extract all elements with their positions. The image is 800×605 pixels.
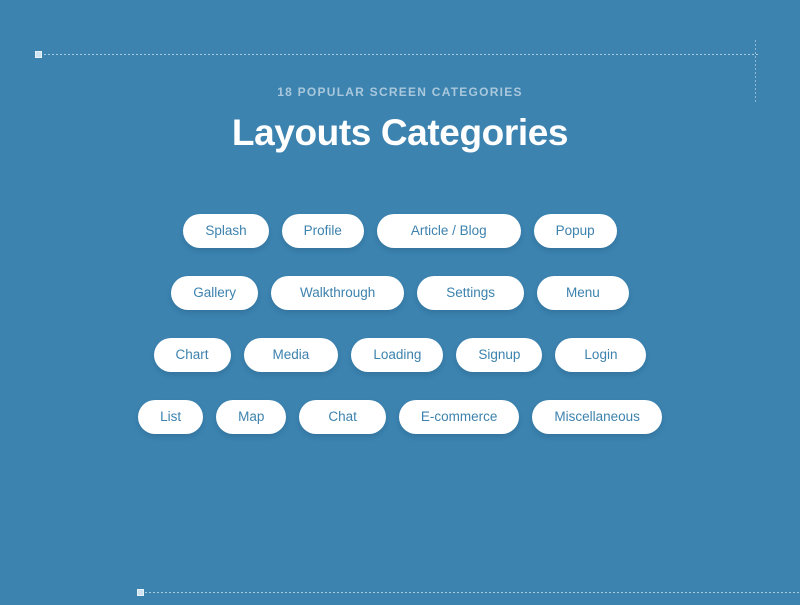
category-pill-grid: Splash Profile Article / Blog Popup Gall… (0, 214, 800, 462)
category-pill-login[interactable]: Login (555, 338, 647, 372)
category-row: Splash Profile Article / Blog Popup (0, 214, 800, 248)
category-pill-miscellaneous[interactable]: Miscellaneous (532, 400, 662, 434)
header: 18 POPULAR SCREEN CATEGORIES Layouts Cat… (0, 84, 800, 156)
guide-line-top (40, 54, 758, 55)
category-pill-settings[interactable]: Settings (417, 276, 525, 310)
category-pill-profile[interactable]: Profile (281, 214, 364, 248)
category-pill-chart[interactable]: Chart (153, 338, 231, 372)
guide-line-bottom (141, 592, 800, 593)
category-pill-walkthrough[interactable]: Walkthrough (270, 276, 405, 310)
category-row: List Map Chat E-commerce Miscellaneous (0, 400, 800, 434)
category-pill-loading[interactable]: Loading (351, 338, 444, 372)
page-title: Layouts Categories (231, 112, 569, 153)
guide-handle-bottom-left[interactable] (137, 589, 144, 596)
category-row: Gallery Walkthrough Settings Menu (0, 276, 800, 310)
category-pill-splash[interactable]: Splash (183, 214, 269, 248)
category-pill-list[interactable]: List (138, 400, 204, 434)
guide-handle-top-left[interactable] (35, 51, 42, 58)
category-pill-article-blog[interactable]: Article / Blog (376, 214, 521, 248)
category-pill-signup[interactable]: Signup (456, 338, 543, 372)
category-pill-gallery[interactable]: Gallery (171, 276, 258, 310)
category-pill-media[interactable]: Media (243, 338, 339, 372)
category-pill-map[interactable]: Map (216, 400, 287, 434)
category-row: Chart Media Loading Signup Login (0, 338, 800, 372)
slide-canvas: 18 POPULAR SCREEN CATEGORIES Layouts Cat… (0, 0, 800, 605)
eyebrow-text: 18 POPULAR SCREEN CATEGORIES (277, 85, 523, 99)
category-pill-ecommerce[interactable]: E-commerce (398, 400, 520, 434)
category-pill-menu[interactable]: Menu (537, 276, 629, 310)
category-pill-popup[interactable]: Popup (533, 214, 617, 248)
category-pill-chat[interactable]: Chat (299, 400, 386, 434)
